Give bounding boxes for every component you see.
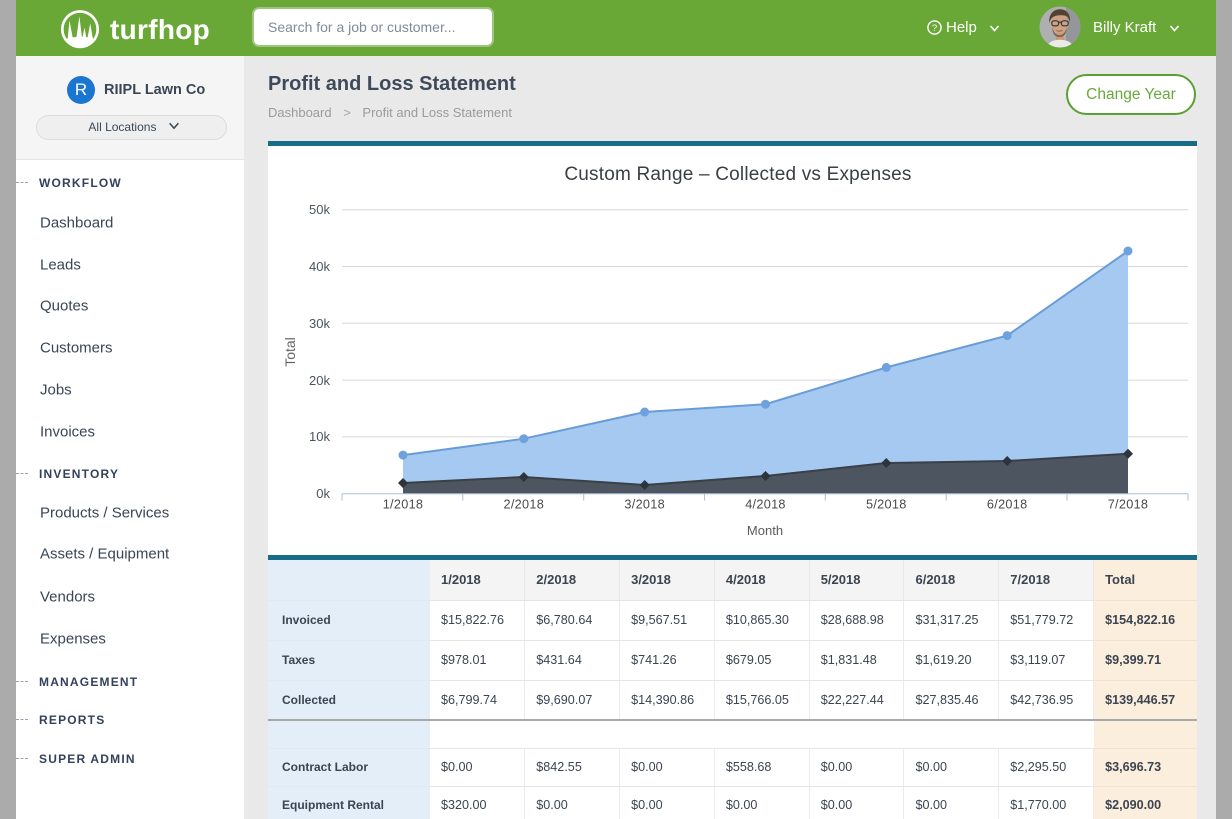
svg-text:20k: 20k: [309, 373, 330, 388]
svg-text:Month: Month: [747, 523, 783, 538]
svg-text:30k: 30k: [309, 316, 330, 331]
svg-text:10k: 10k: [309, 429, 330, 444]
svg-text:4/2018: 4/2018: [745, 498, 786, 512]
svg-text:40k: 40k: [309, 259, 330, 274]
svg-text:6/2018: 6/2018: [987, 498, 1028, 512]
svg-text:1/2018: 1/2018: [383, 498, 424, 512]
svg-text:5/2018: 5/2018: [866, 498, 907, 512]
svg-text:3/2018: 3/2018: [624, 498, 665, 512]
svg-text:Custom Range – Collected vs Ex: Custom Range – Collected vs Expenses: [564, 164, 911, 185]
svg-text:0k: 0k: [316, 486, 330, 501]
svg-text:2/2018: 2/2018: [503, 498, 544, 512]
svg-text:Total: Total: [282, 337, 298, 367]
svg-text:?: ?: [932, 23, 937, 34]
svg-text:7/2018: 7/2018: [1108, 498, 1149, 512]
svg-text:50k: 50k: [309, 202, 330, 217]
